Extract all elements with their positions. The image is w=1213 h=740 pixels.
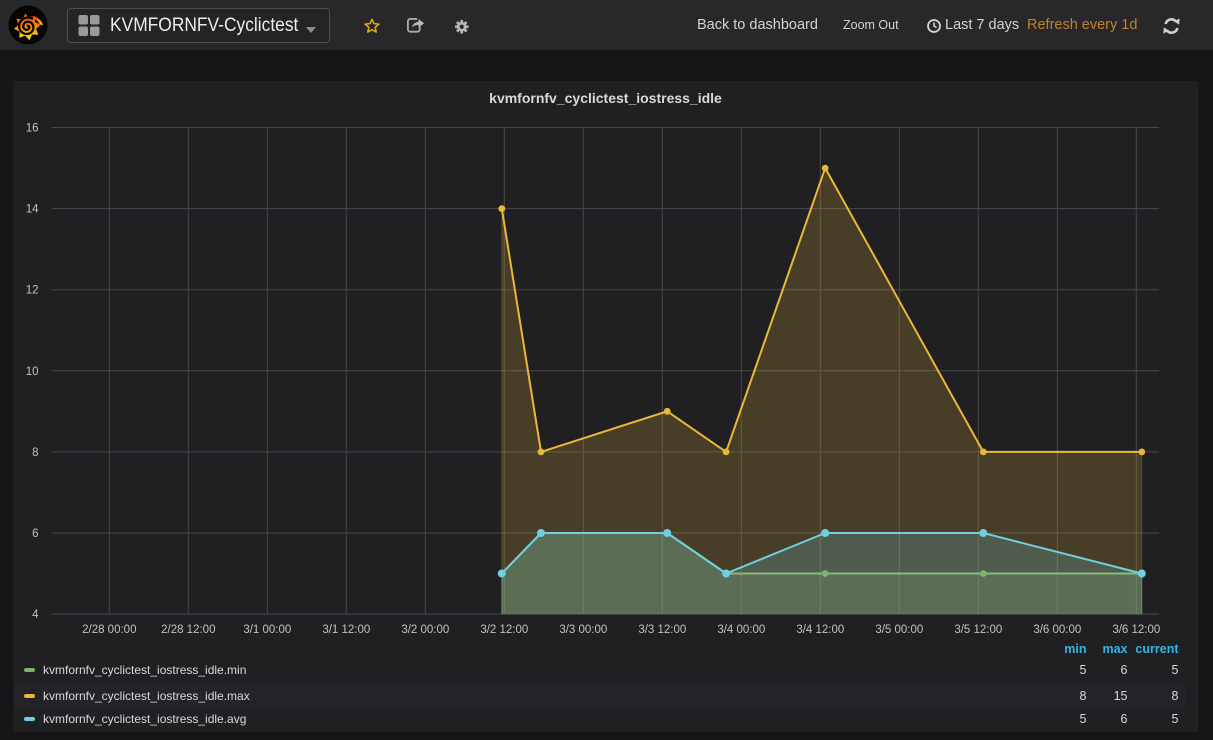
svg-text:14: 14	[26, 204, 39, 216]
svg-text:10: 10	[26, 366, 39, 378]
svg-text:3/5 12:00: 3/5 12:00	[954, 624, 1002, 636]
svg-text:8: 8	[32, 447, 38, 459]
svg-text:3/3 12:00: 3/3 12:00	[638, 624, 686, 636]
svg-text:3/4 12:00: 3/4 12:00	[796, 624, 844, 636]
svg-text:3/2 12:00: 3/2 12:00	[480, 624, 528, 636]
svg-text:2/28 00:00: 2/28 00:00	[82, 624, 136, 636]
svg-text:3/3 00:00: 3/3 00:00	[559, 624, 607, 636]
svg-text:16: 16	[26, 123, 39, 135]
svg-text:4: 4	[32, 609, 39, 621]
svg-text:6: 6	[32, 528, 38, 540]
svg-text:3/4 00:00: 3/4 00:00	[717, 624, 765, 636]
svg-text:3/1 12:00: 3/1 12:00	[322, 624, 370, 636]
svg-text:3/2 00:00: 3/2 00:00	[401, 624, 449, 636]
svg-text:3/6 00:00: 3/6 00:00	[1033, 624, 1081, 636]
svg-text:3/5 00:00: 3/5 00:00	[875, 624, 923, 636]
svg-text:3/1 00:00: 3/1 00:00	[243, 624, 291, 636]
svg-text:12: 12	[26, 285, 39, 297]
svg-text:2/28 12:00: 2/28 12:00	[161, 624, 215, 636]
svg-text:3/6 12:00: 3/6 12:00	[1112, 624, 1160, 636]
